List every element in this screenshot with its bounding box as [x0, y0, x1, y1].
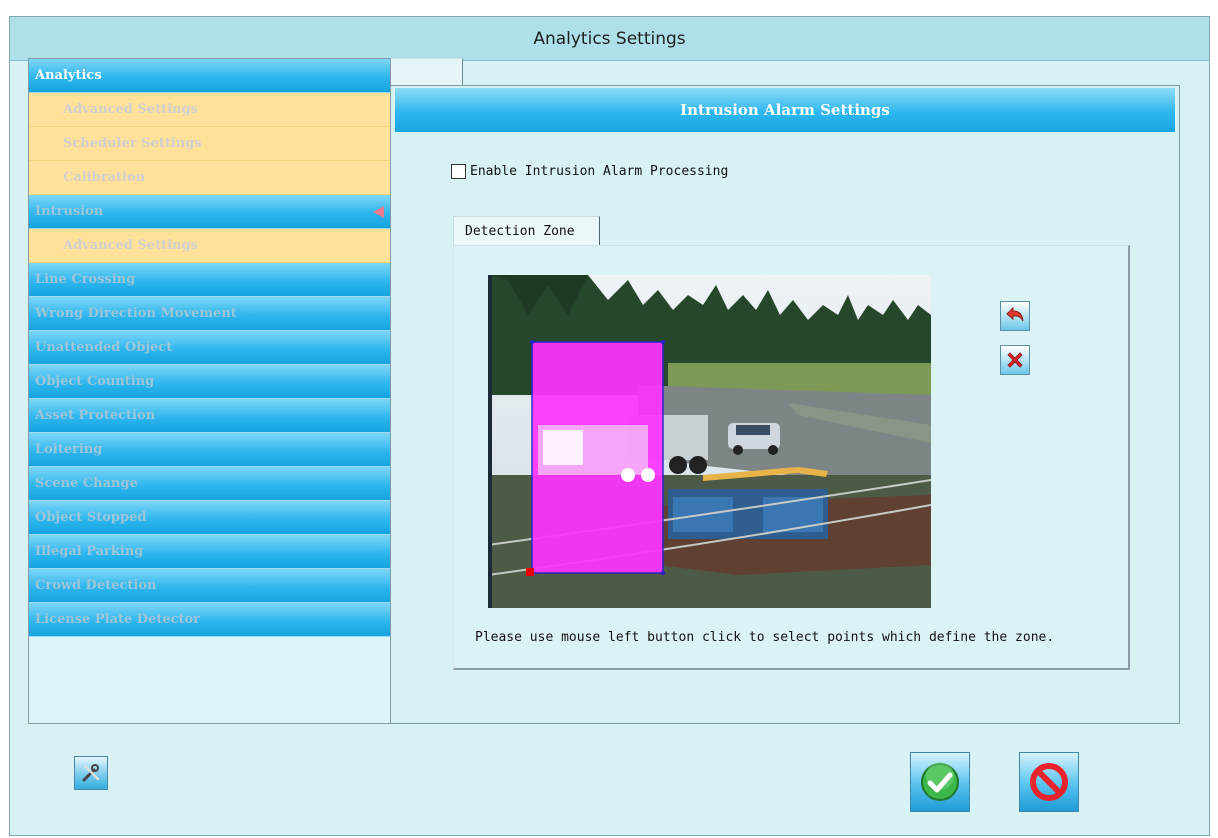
sidebar-item-illegal-parking[interactable]: Illegal Parking [29, 535, 390, 569]
analytics-sidebar: Analytics Advanced Settings Scheduler Sett… [28, 58, 391, 724]
camera-scene-image [488, 275, 931, 608]
camera-preview[interactable] [488, 275, 931, 608]
sidebar-item-label: Object Stopped [35, 510, 147, 525]
sidebar-item-intrusion[interactable]: Intrusion [29, 195, 390, 229]
detection-zone-panel: Please use mouse left button click to se… [453, 245, 1130, 670]
sidebar-item-scene-change[interactable]: Scene Change [29, 467, 390, 501]
sidebar-item-label: Calibration [63, 170, 146, 185]
enable-intrusion-checkbox[interactable] [451, 164, 466, 179]
sidebar-item-sub-calibration[interactable]: Calibration [29, 161, 390, 195]
sidebar-item-sub-scheduler-settings[interactable]: Scheduler Settings [29, 127, 390, 161]
checkmark-icon [921, 762, 959, 801]
sidebar-item-object-stopped[interactable]: Object Stopped [29, 501, 390, 535]
sidebar-item-asset-protection[interactable]: Asset Protection [29, 399, 390, 433]
sidebar-item-analytics[interactable]: Analytics [29, 59, 390, 93]
sidebar-item-sub-advanced-settings[interactable]: Advanced Settings [29, 229, 390, 263]
zone-hint-text: Please use mouse left button click to se… [475, 630, 1055, 645]
enable-intrusion-row[interactable]: Enable Intrusion Alarm Processing [451, 164, 728, 179]
sidebar-item-license-plate-detector[interactable]: License Plate Detector [29, 603, 390, 637]
enable-intrusion-label: Enable Intrusion Alarm Processing [470, 164, 729, 179]
tab-detection-zone[interactable]: Detection Zone [453, 216, 600, 246]
sidebar-item-label: Loitering [35, 442, 103, 457]
ok-button[interactable] [910, 752, 970, 812]
sidebar-item-label: Illegal Parking [35, 544, 144, 559]
sidebar-item-label: Line Crossing [35, 272, 136, 287]
sidebar-item-unattended-object[interactable]: Unattended Object [29, 331, 390, 365]
delete-x-icon [1007, 352, 1023, 368]
tools-button[interactable] [74, 756, 108, 790]
sidebar-item-label: Unattended Object [35, 340, 173, 355]
intrusion-settings-panel: Intrusion Alarm Settings Enable Intrusio… [390, 85, 1180, 724]
sidebar-item-label: Object Counting [35, 374, 155, 389]
sidebar-item-label: Wrong Direction Movement [35, 306, 237, 321]
sidebar-item-label: Scene Change [35, 476, 138, 491]
cancel-button[interactable] [1019, 752, 1079, 812]
undo-arrow-icon [1006, 306, 1024, 322]
sidebar-item-label: Intrusion [35, 204, 104, 219]
section-header: Intrusion Alarm Settings [395, 88, 1175, 132]
settings-tab-stub [391, 58, 463, 86]
undo-button[interactable] [1000, 301, 1030, 331]
sidebar-item-wrong-direction-movement[interactable]: Wrong Direction Movement [29, 297, 390, 331]
window-title: Analytics Settings [10, 17, 1209, 61]
sidebar-item-object-counting[interactable]: Object Counting [29, 365, 390, 399]
sidebar-item-label: Scheduler Settings [63, 136, 202, 151]
delete-zone-button[interactable] [1000, 345, 1030, 375]
no-entry-icon [1030, 763, 1068, 801]
sidebar-item-label: Analytics [35, 68, 102, 83]
tools-icon [82, 764, 100, 782]
sidebar-item-label: Crowd Detection [35, 578, 157, 593]
sidebar-item-sub-advanced-settings[interactable]: Advanced Settings [29, 93, 390, 127]
sidebar-item-loitering[interactable]: Loitering [29, 433, 390, 467]
sidebar-item-crowd-detection[interactable]: Crowd Detection [29, 569, 390, 603]
sidebar-nav-list: Analytics Advanced Settings Scheduler Sett… [29, 59, 390, 637]
sidebar-item-label: Asset Protection [35, 408, 156, 423]
selected-arrow-icon [373, 206, 384, 218]
sidebar-item-label: License Plate Detector [35, 612, 201, 627]
sidebar-item-label: Advanced Settings [63, 238, 198, 253]
sidebar-item-label: Advanced Settings [63, 102, 198, 117]
sidebar-item-line-crossing[interactable]: Line Crossing [29, 263, 390, 297]
